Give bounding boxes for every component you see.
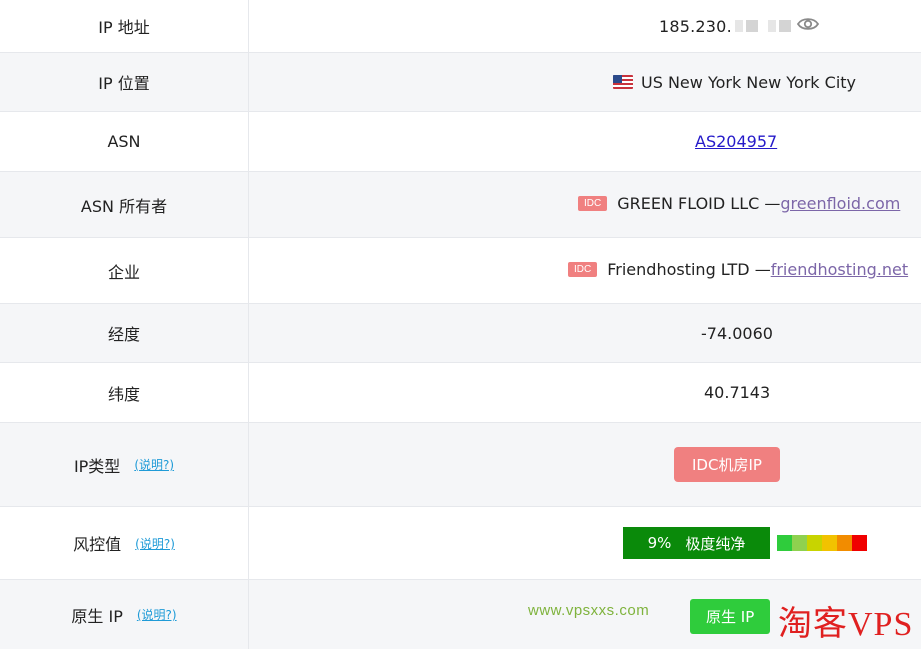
watermark-brand-text: 淘客VPS <box>778 606 914 643</box>
value-asn-owner: IDC GREEN FLOID LLC — greenfloid.com <box>249 172 921 237</box>
idc-badge: IDC <box>568 262 598 277</box>
label-native-ip: 原生 IP (说明?) <box>0 580 249 649</box>
risk-scale-segment <box>777 535 792 551</box>
risk-scale-segment <box>852 535 867 551</box>
value-longitude: -74.0060 <box>249 304 921 362</box>
native-ip-label: 原生 IP <box>71 606 123 626</box>
label-ip-address: IP 地址 <box>0 0 249 52</box>
longitude-text: -74.0060 <box>701 323 773 343</box>
row-latitude: 纬度 40.7143 <box>0 363 921 423</box>
label-ip-location: IP 位置 <box>0 53 249 111</box>
company-name: Friendhosting LTD — <box>607 260 771 279</box>
asn-owner-name: GREEN FLOID LLC — <box>617 194 781 213</box>
label-latitude: 纬度 <box>0 363 249 422</box>
row-asn: ASN AS204957 <box>0 112 921 172</box>
row-longitude: 经度 -74.0060 <box>0 304 921 363</box>
ip-type-badge: IDC机房IP <box>674 447 780 482</box>
company-line: IDC Friendhosting LTD — friendhosting.ne… <box>568 260 908 279</box>
native-ip-badge: 原生 IP <box>690 599 771 634</box>
value-company: IDC Friendhosting LTD — friendhosting.ne… <box>249 238 921 303</box>
value-asn: AS204957 <box>249 112 921 171</box>
row-native-ip: 原生 IP (说明?) www.vpsxxs.com 原生 IP 淘客VPS <box>0 580 921 649</box>
value-ip-location: US New York New York City <box>249 53 921 111</box>
value-ip-address: 185.230. <box>249 0 921 52</box>
ip-mask <box>745 20 758 32</box>
value-risk: 9% 极度纯净 <box>249 507 921 579</box>
ip-mask <box>778 20 791 32</box>
ip-mask <box>734 20 743 32</box>
asn-link[interactable]: AS204957 <box>695 132 777 151</box>
eye-icon[interactable] <box>796 16 819 36</box>
risk-scale-segment <box>837 535 852 551</box>
ip-mask <box>767 20 776 32</box>
watermark-site-text: www.vpsxxs.com <box>528 602 650 619</box>
us-flag-icon <box>613 75 633 89</box>
ip-address-text: 185.230. <box>659 16 732 36</box>
ip-type-label: IP类型 <box>73 456 121 476</box>
label-ip-type: IP类型 (说明?) <box>0 423 249 506</box>
label-company: 企业 <box>0 238 249 303</box>
company-link[interactable]: friendhosting.net <box>771 260 908 279</box>
risk-scale-segment <box>822 535 837 551</box>
risk-color-scale <box>777 535 867 551</box>
value-ip-type: IDC机房IP <box>249 423 921 506</box>
label-asn-owner: ASN 所有者 <box>0 172 249 237</box>
risk-help-link[interactable]: (说明?) <box>135 535 175 552</box>
risk-scale-segment <box>792 535 807 551</box>
idc-badge: IDC <box>578 196 608 211</box>
label-asn: ASN <box>0 112 249 171</box>
location-text: US New York New York City <box>641 72 857 92</box>
risk-percent: 9% <box>647 534 672 552</box>
row-ip-address: IP 地址 185.230. <box>0 0 921 53</box>
risk-label: 风控值 <box>73 535 122 554</box>
ip-type-help-link[interactable]: (说明?) <box>134 456 174 473</box>
value-latitude: 40.7143 <box>249 363 921 422</box>
latitude-text: 40.7143 <box>704 383 771 402</box>
risk-scale-segment <box>807 535 822 551</box>
row-ip-location: IP 位置 US New York New York City <box>0 53 921 112</box>
risk-score-badge: 9% 极度纯净 <box>623 527 770 559</box>
label-risk: 风控值 (说明?) <box>0 507 249 579</box>
row-company: 企业 IDC Friendhosting LTD — friendhosting… <box>0 238 921 304</box>
native-ip-help-link[interactable]: (说明?) <box>137 606 177 623</box>
ip-info-table: IP 地址 185.230. IP 位置 US New York New Yor… <box>0 0 921 649</box>
row-ip-type: IP类型 (说明?) IDC机房IP <box>0 423 921 507</box>
asn-owner-line: IDC GREEN FLOID LLC — greenfloid.com <box>578 194 900 213</box>
row-risk: 风控值 (说明?) 9% 极度纯净 <box>0 507 921 580</box>
asn-owner-link[interactable]: greenfloid.com <box>780 194 900 213</box>
row-asn-owner: ASN 所有者 IDC GREEN FLOID LLC — greenfloid… <box>0 172 921 238</box>
risk-level: 极度纯净 <box>685 534 746 553</box>
value-native-ip: www.vpsxxs.com 原生 IP 淘客VPS <box>249 580 921 649</box>
label-longitude: 经度 <box>0 304 249 362</box>
